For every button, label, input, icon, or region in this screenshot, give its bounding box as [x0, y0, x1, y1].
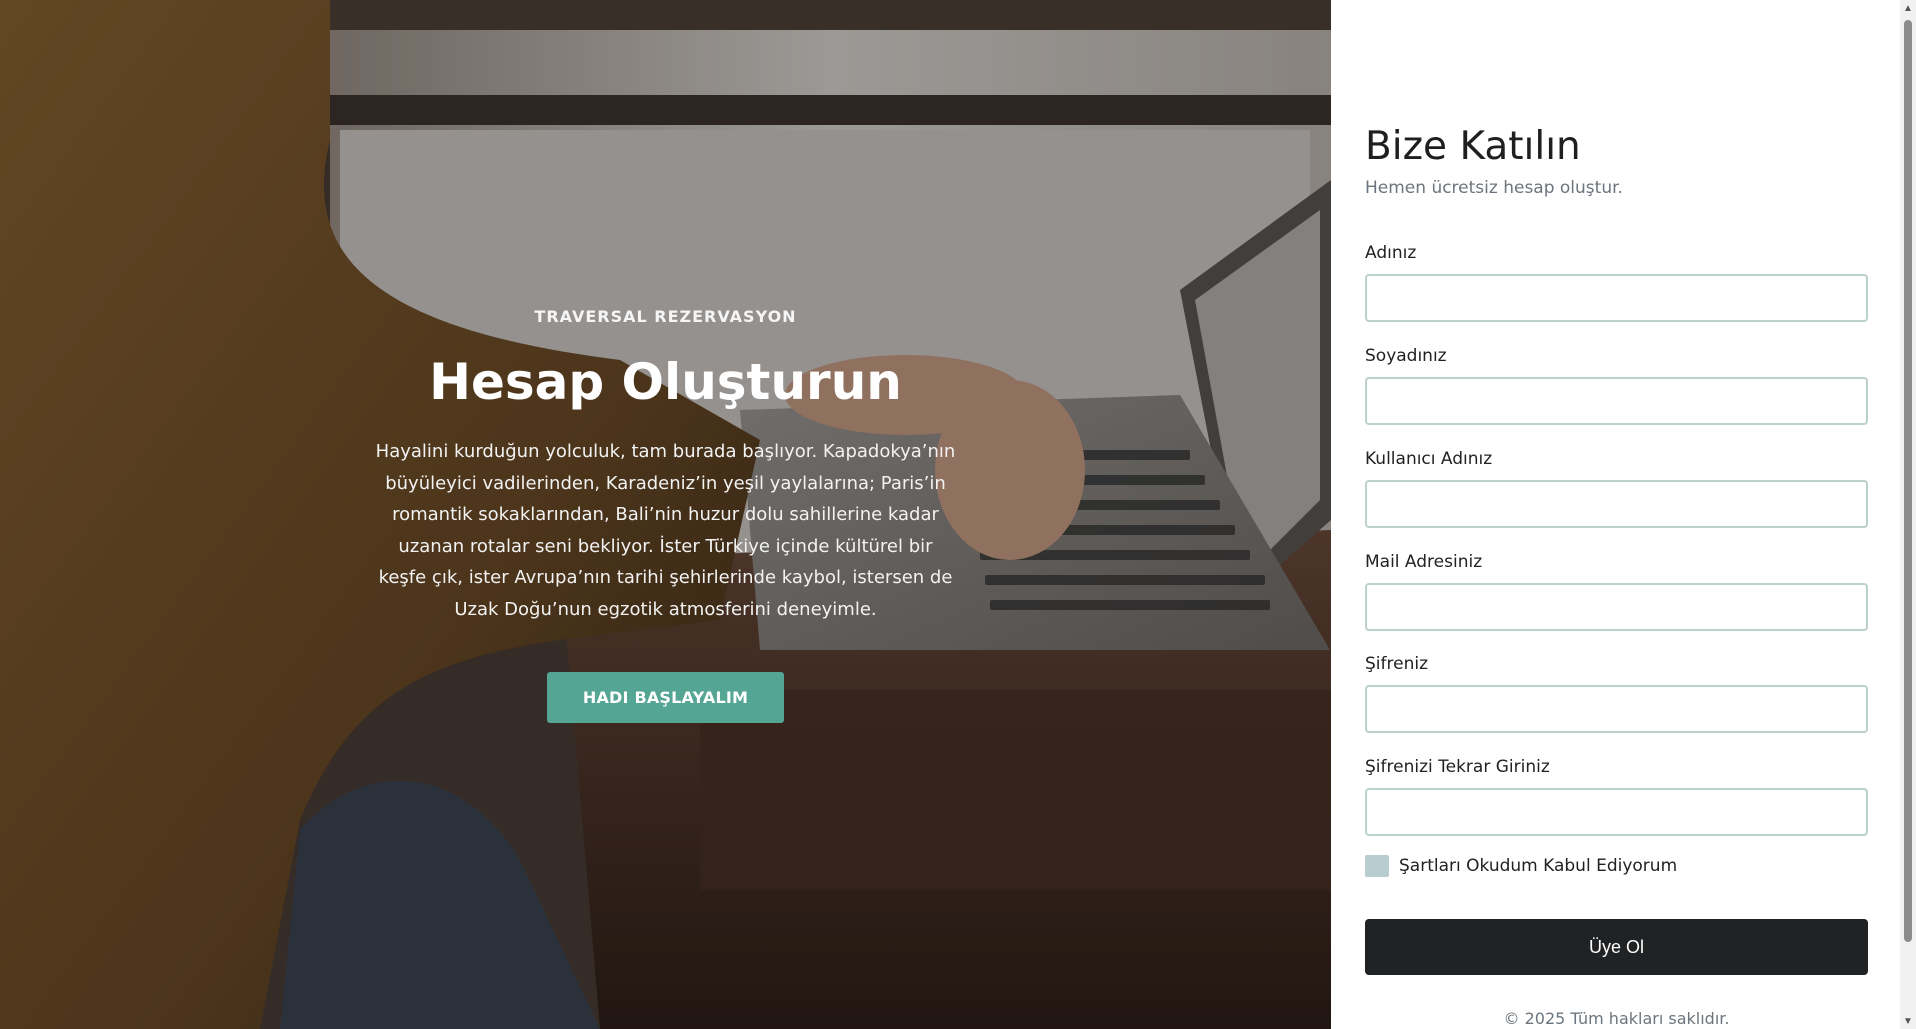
- username-label: Kullanıcı Adınız: [1365, 449, 1493, 469]
- terms-label[interactable]: Şartları Okudum Kabul Ediyorum: [1399, 856, 1677, 876]
- last-name-field-group: Soyadınız: [1365, 345, 1868, 425]
- hero-title: Hesap Oluşturun: [429, 353, 902, 411]
- password-field-group: Şifreniz: [1365, 653, 1868, 733]
- terms-checkbox[interactable]: [1365, 855, 1389, 877]
- password-confirm-field-group: Şifrenizi Tekrar Giriniz: [1365, 756, 1868, 836]
- last-name-label: Soyadınız: [1365, 346, 1447, 366]
- hero-content: TRAVERSAL REZERVASYON Hesap Oluşturun Ha…: [0, 0, 1331, 1029]
- get-started-button[interactable]: HADI BAŞLAYALIM: [547, 671, 784, 723]
- signup-submit-button[interactable]: Üye Ol: [1365, 919, 1868, 975]
- first-name-input[interactable]: [1365, 274, 1868, 322]
- hero-description: Hayalini kurduğun yolculuk, tam burada b…: [375, 441, 956, 620]
- first-name-field-group: Adınız: [1365, 242, 1868, 322]
- copyright-footer: © 2025 Tüm hakları saklıdır.: [1503, 1009, 1730, 1028]
- email-label: Mail Adresiniz: [1365, 552, 1483, 572]
- signup-panel: Bize Katılın Hemen ücretsiz hesap oluştu…: [1331, 0, 1900, 1029]
- email-field-group: Mail Adresiniz: [1365, 551, 1868, 631]
- brand-eyebrow: TRAVERSAL REZERVASYON: [534, 307, 797, 326]
- scrollbar-thumb[interactable]: [1904, 20, 1912, 942]
- scroll-down-arrow-icon[interactable]: ▼: [1900, 1013, 1916, 1029]
- page-scrollbar[interactable]: ▲ ▼: [1900, 0, 1916, 1029]
- scroll-up-arrow-icon[interactable]: ▲: [1900, 0, 1916, 16]
- form-title: Bize Katılın: [1365, 124, 1581, 169]
- password-label: Şifreniz: [1365, 654, 1428, 674]
- username-input[interactable]: [1365, 480, 1868, 528]
- hero-section: TRAVERSAL REZERVASYON Hesap Oluşturun Ha…: [0, 0, 1331, 1029]
- first-name-label: Adınız: [1365, 243, 1417, 263]
- username-field-group: Kullanıcı Adınız: [1365, 448, 1868, 528]
- form-subtitle: Hemen ücretsiz hesap oluştur.: [1365, 178, 1623, 198]
- password-confirm-label: Şifrenizi Tekrar Giriniz: [1365, 757, 1550, 777]
- email-input[interactable]: [1365, 583, 1868, 631]
- password-input[interactable]: [1365, 685, 1868, 733]
- terms-row: Şartları Okudum Kabul Ediyorum: [1365, 855, 1677, 877]
- last-name-input[interactable]: [1365, 377, 1868, 425]
- password-confirm-input[interactable]: [1365, 788, 1868, 836]
